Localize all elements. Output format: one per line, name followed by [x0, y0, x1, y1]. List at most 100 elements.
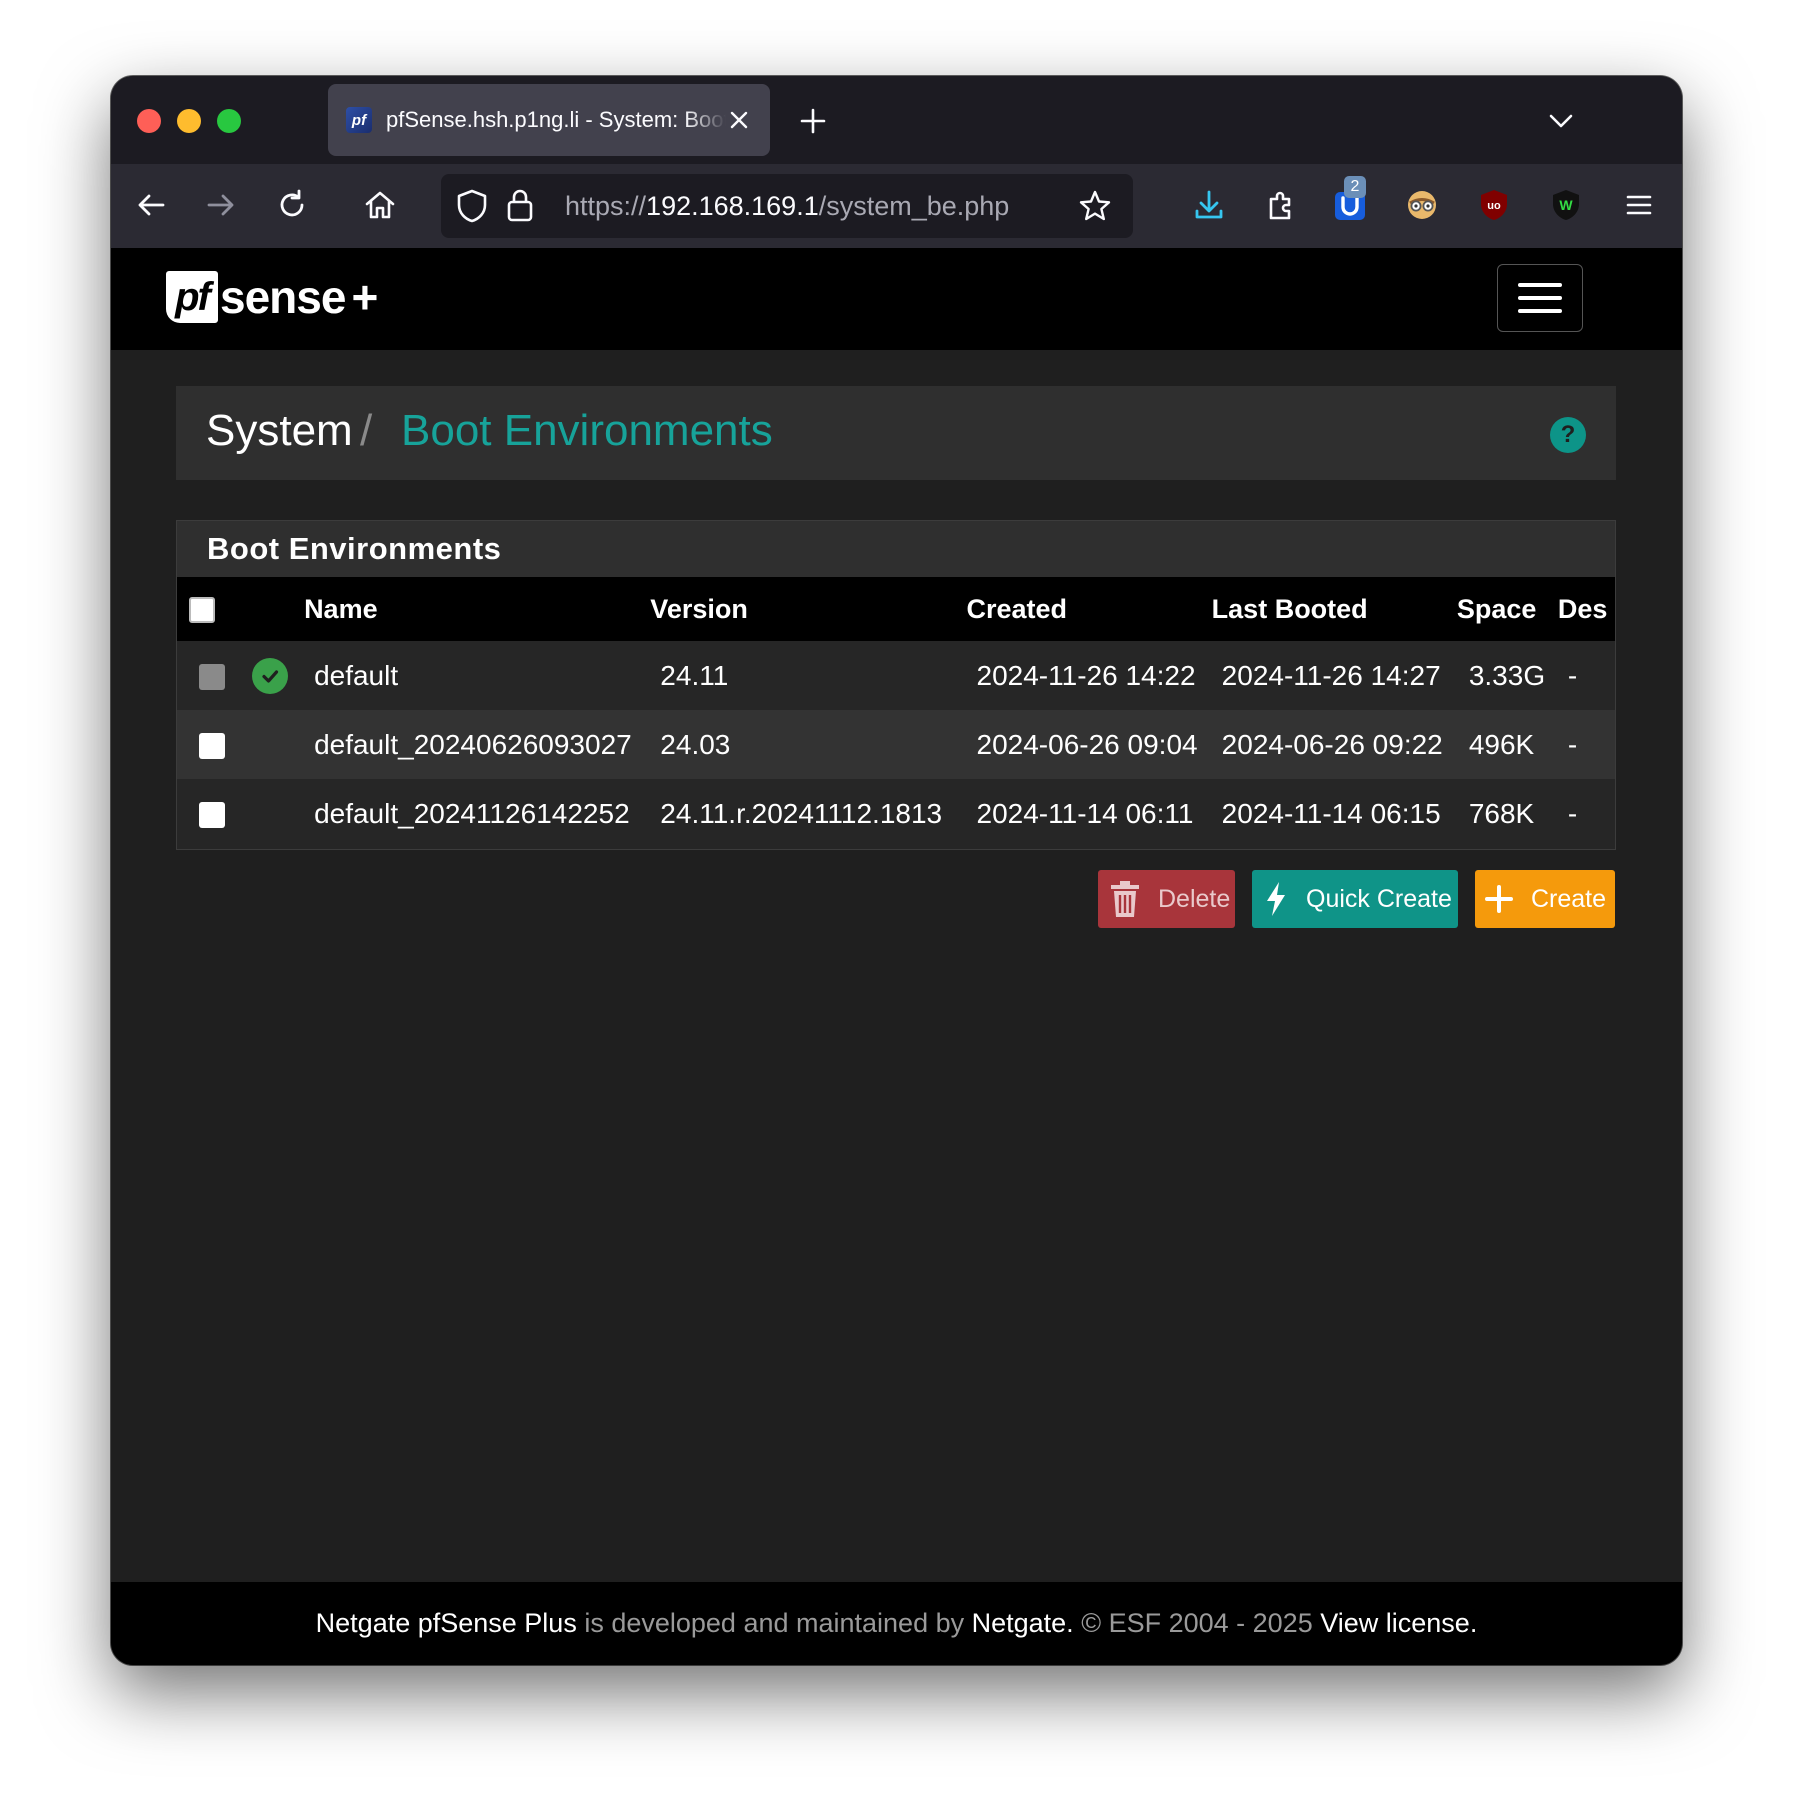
forward-arrow-icon[interactable] — [203, 187, 239, 223]
page-footer: Netgate pfSense Plus is developed and ma… — [111, 1582, 1682, 1665]
cell-last-booted: 2024-11-14 06:15 — [1221, 797, 1441, 829]
quick-create-button-label: Quick Create — [1306, 884, 1452, 913]
pfsense-favicon-icon: pf — [346, 107, 372, 133]
breadcrumb: System / Boot Environments ? — [176, 386, 1616, 480]
footer-company-link[interactable]: Netgate. — [972, 1608, 1074, 1639]
cell-created: 2024-06-26 09:04 — [976, 728, 1198, 760]
cell-last-booted: 2024-11-26 14:27 — [1221, 659, 1441, 691]
url-scheme: https:// — [565, 191, 647, 221]
browser-window: pf pfSense.hsh.p1ng.li - System: Boot En… — [111, 76, 1682, 1665]
cell-description: - — [1567, 728, 1578, 760]
lightning-bolt-icon — [1267, 882, 1285, 916]
privacy-badger-extension-icon[interactable] — [1404, 187, 1440, 223]
shield-icon[interactable] — [455, 188, 489, 224]
table-row[interactable]: default_20241126142252 24.11.r.20241112.… — [177, 779, 1615, 848]
cell-version: 24.11 — [660, 659, 729, 691]
column-header-status — [240, 577, 304, 641]
cell-created: 2024-11-14 06:11 — [976, 797, 1194, 829]
row-checkbox[interactable] — [199, 802, 225, 829]
delete-button[interactable]: Delete — [1098, 870, 1235, 928]
column-header-last-booted[interactable]: Last Booted — [1212, 577, 1457, 641]
pfsense-logo[interactable]: pf sense + — [166, 270, 378, 324]
download-icon[interactable] — [1191, 187, 1227, 223]
footer-license-link[interactable]: View license. — [1320, 1608, 1477, 1639]
lock-icon[interactable] — [505, 186, 535, 224]
cell-name: default_20241126142252 — [314, 797, 630, 829]
panel-title: Boot Environments — [177, 521, 1615, 577]
url-host: 192.168.169.1 — [646, 191, 819, 221]
breadcrumb-separator: / — [360, 406, 373, 455]
footer-product-link[interactable]: Netgate pfSense Plus — [316, 1608, 577, 1639]
cell-description: - — [1567, 659, 1578, 691]
page-title[interactable]: Boot Environments — [401, 406, 773, 456]
tab-bar: pf pfSense.hsh.p1ng.li - System: Boot En… — [111, 76, 1682, 164]
new-tab-icon[interactable] — [798, 106, 828, 136]
column-header-version[interactable]: Version — [650, 577, 966, 641]
row-checkbox-disabled — [199, 664, 225, 691]
row-checkbox[interactable] — [199, 733, 225, 760]
cell-space: 3.33G — [1468, 659, 1546, 691]
cell-description: - — [1567, 797, 1578, 829]
reload-icon[interactable] — [274, 187, 310, 223]
column-header-name[interactable]: Name — [304, 577, 650, 641]
checkmark-icon — [262, 669, 279, 683]
back-arrow-icon[interactable] — [133, 187, 169, 223]
create-button[interactable]: Create — [1475, 870, 1615, 928]
url-bar[interactable]: https://192.168.169.1/system_be.php — [441, 174, 1133, 238]
quick-create-button[interactable]: Quick Create — [1252, 870, 1458, 928]
svg-text:uo: uo — [1487, 200, 1501, 212]
url-path: /system_be.php — [818, 191, 1010, 221]
zoom-window-button[interactable] — [217, 109, 241, 133]
boot-environments-panel: Boot Environments Name Version Created L… — [176, 520, 1616, 850]
close-window-button[interactable] — [137, 109, 161, 133]
menu-bar-icon — [1518, 309, 1562, 313]
cell-space: 496K — [1468, 728, 1535, 760]
select-all-checkbox[interactable] — [189, 597, 215, 624]
logo-pf-mark: pf — [166, 271, 218, 323]
create-button-label: Create — [1531, 884, 1607, 913]
minimize-window-button[interactable] — [177, 109, 201, 133]
boot-environments-table: Name Version Created Last Booted Space D… — [177, 577, 1615, 848]
menu-bar-icon — [1518, 283, 1562, 287]
wappalyzer-shield-extension-icon[interactable]: W — [1548, 187, 1584, 223]
cell-name: default — [314, 659, 399, 691]
column-header-created[interactable]: Created — [967, 577, 1212, 641]
active-boot-environment-check-icon — [252, 657, 289, 694]
table-row[interactable]: default_20240626093027 24.03 2024-06-26 … — [177, 710, 1615, 779]
column-header-space[interactable]: Space — [1457, 577, 1558, 641]
table-header-row: Name Version Created Last Booted Space D… — [177, 577, 1615, 641]
bookmark-star-icon[interactable] — [1077, 188, 1113, 224]
main-menu-toggle-button[interactable] — [1497, 264, 1583, 332]
breadcrumb-parent-link[interactable]: System — [206, 406, 353, 456]
menu-bar-icon — [1518, 296, 1562, 300]
logo-plus-text: + — [351, 271, 379, 323]
cell-version: 24.11.r.20241112.1813 — [660, 797, 943, 829]
svg-text:W: W — [1559, 197, 1573, 213]
cell-name: default_20240626093027 — [314, 728, 632, 760]
plus-icon — [1485, 885, 1513, 913]
cell-created: 2024-11-26 14:22 — [976, 659, 1196, 691]
cell-version: 24.03 — [660, 728, 731, 760]
hamburger-menu-icon[interactable] — [1621, 187, 1657, 223]
tab-title: pfSense.hsh.p1ng.li - System: Boot Envir… — [386, 107, 726, 132]
cell-last-booted: 2024-06-26 09:22 — [1221, 728, 1443, 760]
browser-tab-active[interactable]: pf pfSense.hsh.p1ng.li - System: Boot En… — [328, 84, 770, 156]
table-row[interactable]: default 24.11 2024-11-26 14:22 2024-11-2… — [177, 641, 1615, 710]
logo-sense-text: sense — [220, 271, 346, 323]
footer-developed-text: is developed and maintained by — [576, 1608, 972, 1638]
chevron-down-icon[interactable] — [1546, 106, 1576, 136]
extensions-puzzle-icon[interactable] — [1263, 187, 1299, 223]
footer-copyright: © ESF 2004 - 2025 — [1073, 1608, 1321, 1638]
ublock-origin-extension-icon[interactable]: uo — [1476, 187, 1512, 223]
delete-button-label: Delete — [1158, 884, 1231, 913]
help-icon[interactable]: ? — [1550, 417, 1586, 453]
navigation-toolbar: https://192.168.169.1/system_be.php 2 uo… — [111, 164, 1682, 248]
close-tab-icon[interactable] — [726, 107, 752, 133]
trash-icon — [1111, 881, 1139, 917]
column-header-description[interactable]: Des — [1558, 577, 1615, 641]
url-text[interactable]: https://192.168.169.1/system_be.php — [565, 191, 1009, 222]
pfsense-header: pf sense + — [111, 248, 1682, 350]
extension-badge-count: 2 — [1344, 176, 1366, 198]
home-icon[interactable] — [362, 187, 398, 223]
cell-space: 768K — [1468, 797, 1535, 829]
